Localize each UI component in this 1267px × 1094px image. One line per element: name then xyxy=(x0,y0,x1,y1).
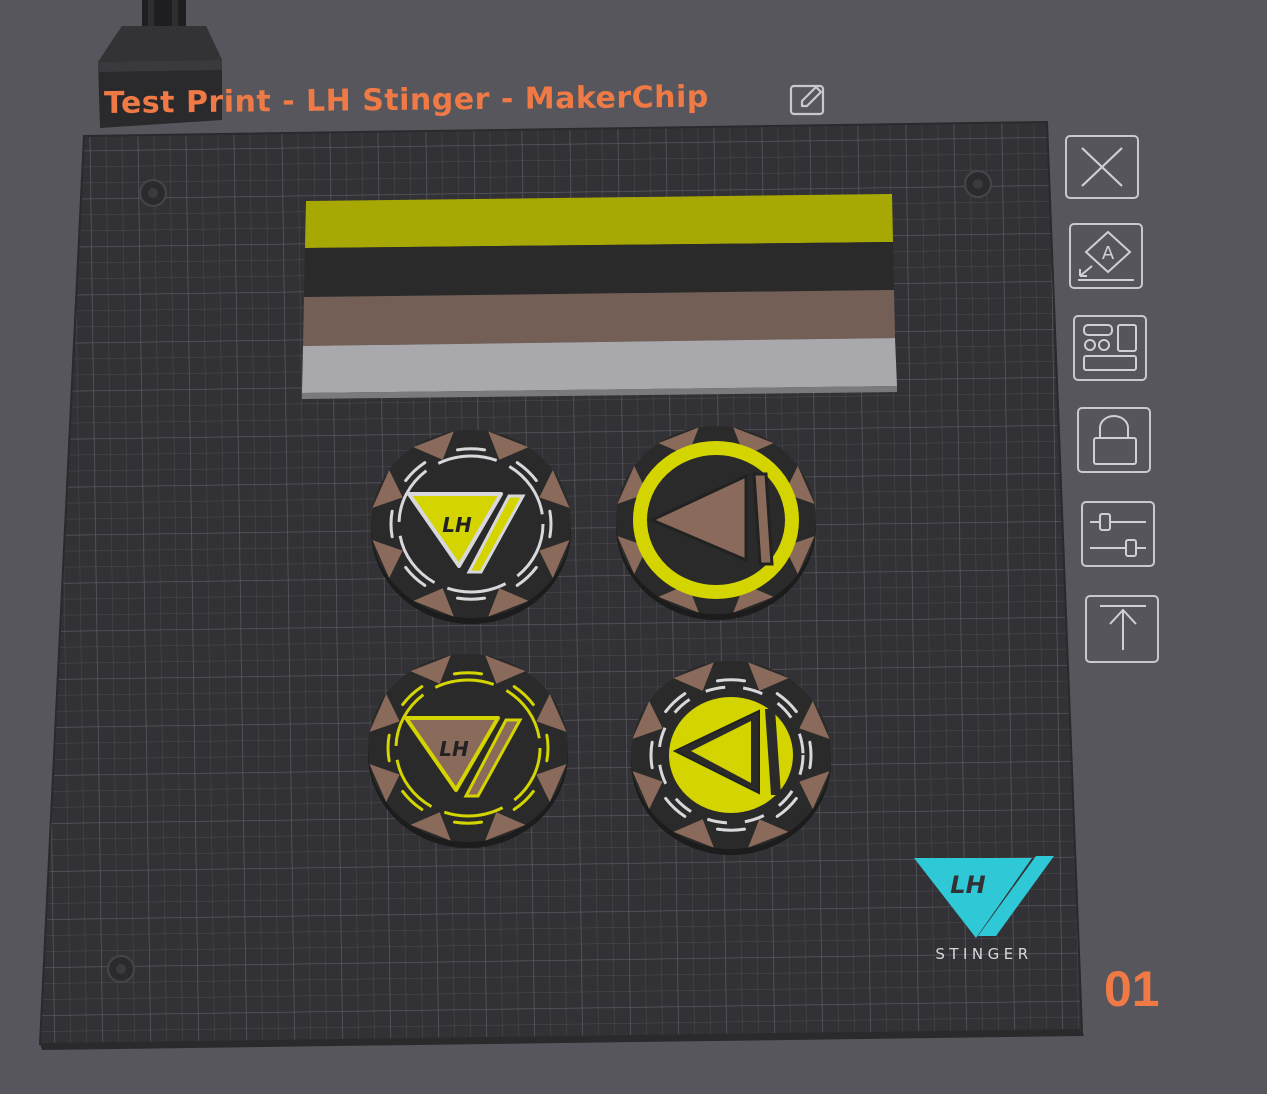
auto-orient-button[interactable]: A xyxy=(1068,222,1146,292)
chip-mark: LH xyxy=(439,737,469,761)
plate-number: 01 xyxy=(1104,961,1160,1017)
move-to-top-button[interactable] xyxy=(1084,594,1162,666)
chip-bottom-right[interactable] xyxy=(631,661,831,855)
chip-bottom-left[interactable]: LH xyxy=(368,654,568,848)
edit-name-icon[interactable] xyxy=(788,82,828,118)
chip-top-right[interactable] xyxy=(616,426,816,620)
svg-text:A: A xyxy=(1102,243,1115,264)
logo-mark: LH xyxy=(950,871,985,899)
plate-settings-button[interactable] xyxy=(1080,500,1158,570)
close-plate-button[interactable] xyxy=(1064,134,1142,202)
lock-plate-button[interactable] xyxy=(1076,406,1154,476)
plate-title[interactable]: Test Print - LH Stinger - MakerChip xyxy=(104,80,709,121)
chip-top-left[interactable]: LH xyxy=(371,430,571,624)
logo-text: STINGER xyxy=(935,945,1032,963)
arrange-button[interactable] xyxy=(1072,314,1150,384)
wipe-tower[interactable] xyxy=(302,194,897,399)
chip-mark: LH xyxy=(442,513,472,537)
